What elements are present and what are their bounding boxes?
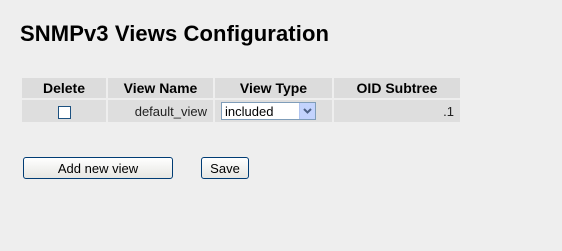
save-button[interactable]: Save [201, 157, 249, 179]
header-delete: Delete [22, 78, 106, 98]
header-oid-subtree: OID Subtree [334, 78, 460, 98]
page-title: SNMPv3 Views Configuration [20, 21, 330, 46]
header-view-type: View Type [215, 78, 332, 98]
table-row: default_view included .1 [22, 100, 460, 122]
add-new-view-button[interactable]: Add new view [23, 157, 173, 179]
oid-subtree-cell: .1 [334, 100, 460, 122]
delete-cell [22, 100, 106, 122]
view-name-cell: default_view [108, 100, 213, 122]
header-view-name: View Name [108, 78, 213, 98]
table-header-row: Delete View Name View Type OID Subtree [22, 78, 460, 98]
delete-checkbox[interactable] [57, 105, 71, 119]
view-type-cell: included [215, 100, 332, 122]
views-table: Delete View Name View Type OID Subtree d… [20, 76, 462, 124]
chevron-down-icon[interactable] [299, 103, 315, 119]
view-type-select[interactable]: included [221, 102, 316, 120]
view-type-selected-value: included [225, 103, 274, 119]
